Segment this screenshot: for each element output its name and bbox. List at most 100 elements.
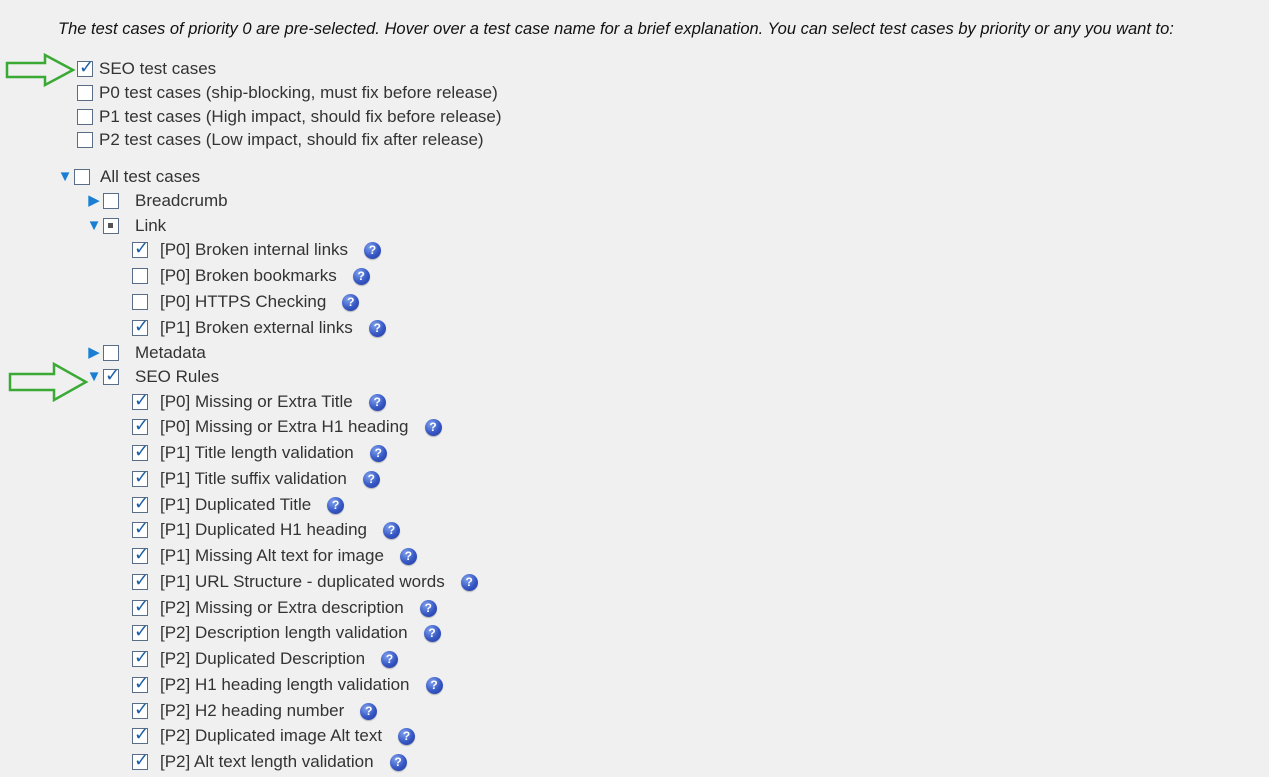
priority-checkbox[interactable] [77,85,93,101]
test-case-checkbox[interactable] [132,294,148,310]
test-case-item[interactable]: ✓ [P1] Broken external links? [132,317,386,339]
checkbox-label: [P2] Description length validation [160,623,408,642]
priority-option[interactable]: P1 test cases (High impact, should fix b… [77,106,502,128]
tree-group[interactable]: ▼ ✓ SEO Rules [86,366,220,388]
checkbox-label: Metadata [135,343,206,362]
test-case-checkbox[interactable]: ✓ [132,390,150,410]
checkmark-icon: ✓ [134,415,150,435]
test-case-item[interactable]: ✓ [P2] Alt text length validation? [132,751,407,773]
tree-group[interactable]: ▶ Metadata [86,342,206,364]
checkmark-icon: ✓ [134,390,150,410]
callout-arrow-icon [8,362,89,402]
help-icon[interactable]: ? [360,702,378,720]
help-icon[interactable]: ? [382,521,400,539]
expand-toggle-icon[interactable]: ▼ [57,169,73,185]
checkbox-label: P0 test cases (ship-blocking, must fix b… [99,83,498,102]
checkbox-label: Link [135,216,167,235]
group-checkbox[interactable] [103,193,119,209]
help-icon[interactable]: ? [368,393,386,411]
test-case-item[interactable]: ✓ [P2] H2 heading number? [132,700,378,722]
help-icon[interactable]: ? [399,547,417,565]
test-case-checkbox[interactable]: ✓ [132,674,149,693]
priority-checkbox[interactable] [77,132,93,148]
checkbox-label: [P1] Duplicated Title [160,495,312,514]
help-icon[interactable]: ? [368,319,386,337]
group-checkbox[interactable] [103,218,119,234]
help-icon[interactable]: ? [364,241,382,259]
test-case-item[interactable]: ✓ [P2] Duplicated image Alt text? [132,725,416,747]
priority-checkbox[interactable]: ✓ [77,58,94,77]
test-case-checkbox[interactable]: ✓ [132,751,149,770]
test-case-checkbox[interactable]: ✓ [132,415,150,435]
test-case-checkbox[interactable]: ✓ [132,544,150,564]
group-checkbox[interactable]: ✓ [103,366,120,385]
test-case-item[interactable]: ✓ [P1] URL Structure - duplicated words? [132,571,478,593]
tree-group[interactable]: ▼ Link [86,215,167,237]
checkmark-icon: ✓ [134,493,150,513]
help-icon[interactable]: ? [389,753,407,771]
checkbox-label: [P1] Title length validation [160,443,354,462]
test-case-checkbox[interactable]: ✓ [132,317,149,336]
tree-root-checkbox[interactable] [74,169,90,185]
help-icon[interactable]: ? [419,599,437,617]
checkmark-icon: ✓ [134,518,150,538]
test-case-checkbox[interactable]: ✓ [132,700,149,719]
test-case-item[interactable]: ✓ [P1] Duplicated Title? [132,493,345,516]
checkmark-icon: ✓ [134,596,150,616]
test-case-item[interactable]: ✓ [P0] Broken internal links? [132,239,382,261]
test-case-checkbox[interactable]: ✓ [132,518,150,538]
test-case-checkbox[interactable]: ✓ [132,725,149,744]
priority-option[interactable]: ✓ SEO test cases [77,58,216,80]
test-case-checkbox[interactable] [132,268,148,284]
test-case-item[interactable]: ✓ [P2] Duplicated Description? [132,648,399,670]
test-case-item[interactable]: [P0] HTTPS Checking? [132,291,360,313]
callout-arrow-icon [5,53,76,87]
help-icon[interactable]: ? [327,496,345,514]
tree-group[interactable]: ▶ Breadcrumb [86,190,228,212]
test-case-checkbox[interactable]: ✓ [132,239,149,258]
test-case-checkbox[interactable]: ✓ [132,493,150,513]
expand-toggle-icon[interactable]: ▼ [86,218,102,234]
checkmark-icon: ✓ [134,544,150,564]
priority-option[interactable]: P0 test cases (ship-blocking, must fix b… [77,82,498,104]
help-icon[interactable]: ? [423,624,441,642]
help-icon[interactable]: ? [460,573,478,591]
checkbox-label: SEO Rules [135,367,220,386]
priority-checkbox[interactable] [77,109,93,125]
test-case-checkbox[interactable]: ✓ [132,596,150,616]
help-icon[interactable]: ? [398,727,416,745]
test-case-checkbox[interactable]: ✓ [132,571,149,590]
test-case-item[interactable]: ✓ [P0] Missing or Extra Title? [132,391,386,413]
help-icon[interactable]: ? [362,470,380,488]
help-icon[interactable]: ? [425,676,443,694]
test-case-checkbox[interactable]: ✓ [132,442,149,461]
expand-toggle-icon[interactable]: ▶ [86,193,102,209]
test-case-checkbox[interactable]: ✓ [132,622,149,641]
tree-root[interactable]: ▼ All test cases [57,166,201,188]
group-checkbox[interactable] [103,345,119,361]
test-case-item[interactable]: ✓ [P2] H1 heading length validation? [132,674,443,696]
priority-option[interactable]: P2 test cases (Low impact, should fix af… [77,129,484,151]
help-icon[interactable]: ? [352,267,370,285]
intro-text: The test cases of priority 0 are pre-sel… [58,20,1174,38]
expand-toggle-icon[interactable]: ▼ [86,369,102,385]
test-case-item[interactable]: ✓ [P2] Description length validation? [132,622,441,644]
test-case-checkbox[interactable]: ✓ [132,648,149,667]
help-icon[interactable]: ? [381,650,399,668]
test-case-checkbox[interactable]: ✓ [132,468,149,487]
help-icon[interactable]: ? [342,293,360,311]
test-case-item[interactable]: ✓ [P2] Missing or Extra description? [132,597,437,619]
test-case-item[interactable]: ✓ [P1] Duplicated H1 heading? [132,519,400,541]
test-case-item[interactable]: [P0] Broken bookmarks? [132,265,370,287]
checkbox-label: SEO test cases [99,59,217,78]
test-case-item[interactable]: ✓ [P0] Missing or Extra H1 heading? [132,416,442,438]
test-case-item[interactable]: ✓ [P1] Title suffix validation? [132,468,380,490]
checkbox-label: [P1] URL Structure - duplicated words [160,572,445,591]
expand-toggle-icon[interactable]: ▶ [86,345,102,361]
checkbox-label: Breadcrumb [135,191,228,210]
test-case-item[interactable]: ✓ [P1] Missing Alt text for image? [132,545,417,567]
help-icon[interactable]: ? [424,418,442,436]
help-icon[interactable]: ? [369,444,387,462]
test-case-item[interactable]: ✓ [P1] Title length validation? [132,442,387,464]
checkbox-label: [P0] Missing or Extra Title [160,392,353,411]
